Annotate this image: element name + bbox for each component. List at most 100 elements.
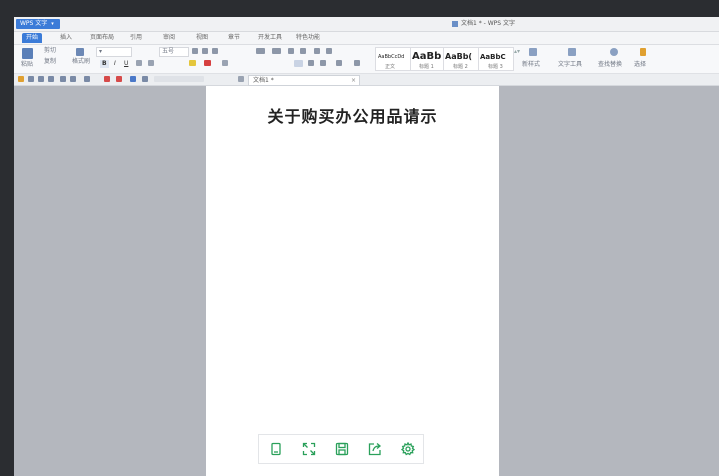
increase-indent-icon[interactable] bbox=[300, 48, 306, 54]
tab-developer[interactable]: 开发工具 bbox=[254, 33, 286, 43]
tab-page-layout[interactable]: 页面布局 bbox=[86, 33, 118, 43]
chevron-down-icon: ▾ bbox=[51, 21, 54, 27]
document-icon bbox=[452, 20, 458, 27]
spellcheck-icon[interactable] bbox=[142, 76, 148, 82]
document-tab[interactable]: 文档1 * × bbox=[248, 75, 360, 86]
paste-icon bbox=[22, 48, 33, 59]
decrease-indent-icon[interactable] bbox=[288, 48, 294, 54]
save-disk-icon bbox=[335, 442, 348, 456]
style-normal[interactable]: AaBbCcDd 正文 bbox=[375, 47, 411, 71]
align-center-icon[interactable] bbox=[308, 60, 314, 66]
open-icon[interactable] bbox=[18, 76, 24, 82]
gear-icon bbox=[400, 442, 415, 456]
app-menu-label: WPS 文字 bbox=[20, 20, 48, 27]
tab-home[interactable]: 开始 bbox=[22, 33, 43, 43]
text-tool-icon bbox=[568, 48, 576, 56]
style-heading-1[interactable]: AaBb 标题 1 bbox=[410, 47, 444, 71]
superscript-icon[interactable] bbox=[148, 60, 154, 66]
style-normal-preview: AaBbCcDd bbox=[378, 54, 405, 60]
ribbon-tabs: 开始 插入 页面布局 引用 审阅 视图 章节 开发工具 特色功能 bbox=[14, 32, 719, 45]
styles-scroll-icon[interactable]: ▴▾ bbox=[514, 48, 520, 56]
tab-view[interactable]: 视图 bbox=[192, 33, 212, 43]
shrink-font-icon[interactable] bbox=[202, 48, 208, 54]
bold-button[interactable]: B bbox=[100, 60, 109, 68]
quick-access-toolbar: 文档1 * × bbox=[14, 74, 719, 86]
share-button[interactable] bbox=[358, 435, 391, 463]
document-page[interactable]: 关于购买办公用品请示 bbox=[206, 86, 499, 476]
mail-icon[interactable] bbox=[116, 76, 122, 82]
style-heading-2[interactable]: AaBb( 标题 2 bbox=[443, 47, 479, 71]
font-size-value: 五号 bbox=[162, 48, 175, 55]
find-replace-icon bbox=[610, 48, 618, 56]
character-shading-icon[interactable] bbox=[222, 60, 228, 66]
share-icon[interactable] bbox=[130, 76, 136, 82]
new-style-icon bbox=[529, 48, 537, 56]
quick-dropdown-icon[interactable] bbox=[84, 76, 90, 82]
window-title: 文档1 * - WPS 文字 bbox=[452, 19, 515, 29]
new-style-button[interactable]: 新样式 bbox=[522, 61, 540, 69]
save-button[interactable] bbox=[325, 435, 358, 463]
bullet-list-icon[interactable] bbox=[256, 48, 265, 54]
export-pdf-icon[interactable] bbox=[104, 76, 110, 82]
style-heading-3[interactable]: AaBbC 标题 3 bbox=[478, 47, 514, 71]
page-title: 关于购买办公用品请示 bbox=[267, 107, 438, 126]
sort-icon[interactable] bbox=[314, 48, 320, 54]
find-replace-button[interactable]: 查找替换 bbox=[598, 61, 622, 69]
style-heading-1-label: 标题 1 bbox=[419, 64, 434, 70]
font-color-icon[interactable] bbox=[204, 60, 211, 66]
format-painter-button[interactable]: 格式刷 bbox=[72, 58, 90, 66]
highlight-color-icon[interactable] bbox=[189, 60, 196, 66]
close-icon[interactable]: × bbox=[351, 76, 356, 85]
reading-mode-button[interactable] bbox=[259, 435, 292, 463]
tab-section[interactable]: 章节 bbox=[224, 33, 244, 43]
share-arrow-icon bbox=[368, 443, 381, 456]
style-heading-3-label: 标题 3 bbox=[488, 64, 503, 70]
strikethrough-icon[interactable] bbox=[136, 60, 142, 66]
book-icon bbox=[270, 442, 281, 456]
paste-button[interactable]: 粘贴 bbox=[21, 61, 33, 69]
style-heading-2-preview: AaBb( bbox=[445, 52, 473, 61]
format-painter-icon bbox=[76, 48, 84, 56]
cut-button[interactable]: 剪切 bbox=[44, 47, 56, 55]
style-heading-3-preview: AaBbC bbox=[480, 53, 506, 61]
font-size-select[interactable]: 五号 bbox=[159, 47, 189, 57]
tab-insert[interactable]: 插入 bbox=[56, 33, 76, 43]
style-heading-2-label: 标题 2 bbox=[453, 64, 468, 70]
document-tab-label: 文档1 * bbox=[253, 77, 274, 84]
ribbon-home: 粘贴 剪切 复制 格式刷 ▾ 五号 B I U AaBbCcDd 正文 AaBb… bbox=[14, 45, 719, 74]
app-window: WPS 文字 ▾ 文档1 * - WPS 文字 开始 插入 页面布局 引用 审阅 … bbox=[14, 17, 719, 476]
copy-button[interactable]: 复制 bbox=[44, 58, 56, 66]
select-pointer-icon bbox=[640, 48, 646, 56]
settings-button[interactable] bbox=[391, 435, 424, 463]
tab-list-icon[interactable] bbox=[238, 76, 244, 82]
text-tool-button[interactable]: 文字工具 bbox=[558, 61, 582, 69]
show-marks-icon[interactable] bbox=[326, 48, 332, 54]
align-left-icon[interactable] bbox=[294, 60, 303, 67]
font-name-select[interactable]: ▾ bbox=[96, 47, 132, 57]
align-right-icon[interactable] bbox=[320, 60, 326, 66]
floating-toolbar bbox=[258, 434, 424, 464]
print-preview-icon[interactable] bbox=[48, 76, 54, 82]
window-title-text: 文档1 * - WPS 文字 bbox=[461, 20, 515, 27]
expand-icon bbox=[302, 442, 315, 456]
underline-button[interactable]: U bbox=[124, 60, 128, 68]
undo-icon[interactable] bbox=[60, 76, 66, 82]
select-button[interactable]: 选择 bbox=[634, 61, 646, 69]
fullscreen-button[interactable] bbox=[292, 435, 325, 463]
clear-format-icon[interactable] bbox=[212, 48, 218, 54]
title-bar: WPS 文字 ▾ 文档1 * - WPS 文字 bbox=[14, 17, 719, 32]
quick-access-extra[interactable] bbox=[154, 76, 204, 82]
line-spacing-icon[interactable] bbox=[336, 60, 342, 66]
redo-icon[interactable] bbox=[70, 76, 76, 82]
italic-button[interactable]: I bbox=[114, 60, 116, 68]
numbered-list-icon[interactable] bbox=[272, 48, 281, 54]
tab-references[interactable]: 引用 bbox=[126, 33, 146, 43]
borders-icon[interactable] bbox=[354, 60, 360, 66]
tab-special-features[interactable]: 特色功能 bbox=[292, 33, 324, 43]
print-icon[interactable] bbox=[38, 76, 44, 82]
app-menu-button[interactable]: WPS 文字 ▾ bbox=[16, 19, 60, 29]
style-heading-1-preview: AaBb bbox=[412, 51, 442, 62]
save-icon[interactable] bbox=[28, 76, 34, 82]
grow-font-icon[interactable] bbox=[192, 48, 198, 54]
tab-review[interactable]: 审阅 bbox=[159, 33, 179, 43]
